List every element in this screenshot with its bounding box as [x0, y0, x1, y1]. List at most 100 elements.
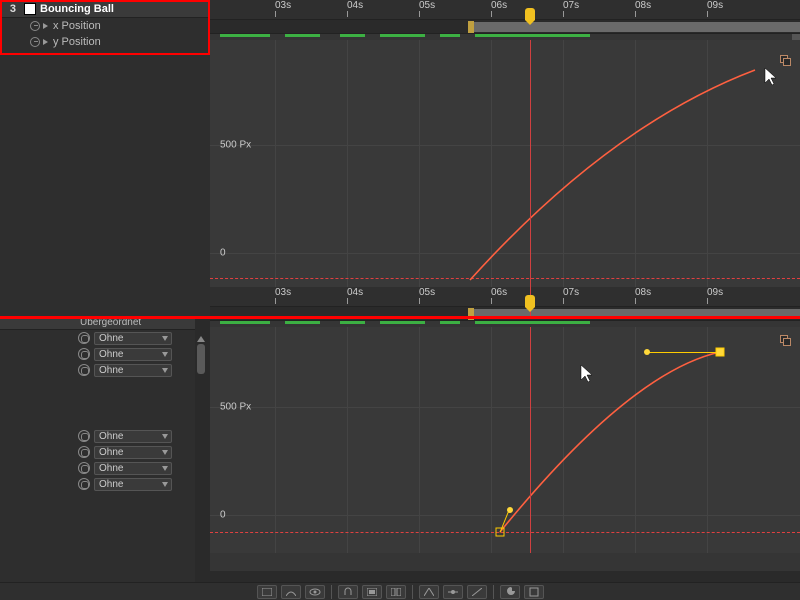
pick-whip-icon[interactable] — [78, 478, 90, 490]
dropdown-label: Ohne — [99, 431, 123, 442]
keyframe-end[interactable] — [716, 348, 725, 357]
value-graph-bottom[interactable]: 500 Px 0 — [210, 327, 800, 553]
layer-header-row[interactable]: 3 Bouncing Ball — [0, 0, 210, 18]
eye-button[interactable] — [305, 585, 325, 599]
axis-label: 0 — [220, 248, 226, 259]
current-time-indicator-line[interactable] — [530, 40, 531, 316]
keyframe-start[interactable] — [496, 528, 505, 537]
cache-warning-icon[interactable] — [780, 335, 794, 349]
ruler-tick: 08s — [635, 0, 651, 11]
cache-bar — [210, 34, 800, 38]
dropdown-label: Ohne — [99, 447, 123, 458]
time-ruler[interactable]: 03s 04s 05s 06s 07s 08s 09s — [210, 0, 800, 20]
ruler-tick: 07s — [563, 0, 579, 11]
ruler-tick: 09s — [707, 287, 723, 298]
triangle-right-icon — [43, 39, 48, 45]
fit-button[interactable] — [362, 585, 382, 599]
ruler-tick: 06s — [491, 0, 507, 11]
dropdown-label: Ohne — [99, 333, 123, 344]
pick-whip-icon[interactable] — [78, 364, 90, 376]
edit-selected-button[interactable] — [419, 585, 439, 599]
pick-whip-icon[interactable] — [78, 446, 90, 458]
tutorial-divider — [0, 316, 800, 319]
bezier-handle-dot[interactable] — [644, 349, 650, 355]
cache-warning-icon[interactable] — [780, 55, 794, 69]
toolbar-separator — [412, 585, 413, 599]
ruler-tick: 03s — [275, 0, 291, 11]
dropdown-label: Ohne — [99, 463, 123, 474]
ruler-tick: 07s — [563, 287, 579, 298]
property-label: y Position — [53, 36, 101, 48]
scrollbar-thumb[interactable] — [197, 344, 205, 374]
parent-dropdown[interactable]: Ohne — [94, 446, 172, 459]
stopwatch-icon[interactable] — [30, 21, 40, 31]
baseline-dashed — [210, 532, 800, 533]
time-ruler[interactable]: 03s 04s 05s 06s 07s 08s 09s — [210, 287, 800, 307]
current-time-indicator-line[interactable] — [530, 327, 531, 553]
current-time-indicator-head[interactable] — [525, 295, 535, 307]
axis-label: 500 Px — [220, 402, 251, 413]
property-row-x-position[interactable]: x Position — [0, 18, 210, 34]
dropdown-label: Ohne — [99, 365, 123, 376]
bezier-handle-dot[interactable] — [507, 507, 513, 513]
parent-row[interactable]: Ohne — [0, 476, 195, 492]
current-time-indicator-head[interactable] — [525, 8, 535, 20]
stopwatch-icon[interactable] — [30, 37, 40, 47]
convert-linear-button[interactable] — [467, 585, 487, 599]
layer-color-swatch[interactable] — [24, 3, 36, 15]
parent-dropdown[interactable]: Ohne — [94, 430, 172, 443]
triangle-right-icon — [43, 23, 48, 29]
parent-row[interactable]: Ohne — [0, 330, 195, 346]
property-label: x Position — [53, 20, 101, 32]
ruler-tick: 05s — [419, 287, 435, 298]
convert-ease-button[interactable] — [443, 585, 463, 599]
snap-button[interactable] — [338, 585, 358, 599]
parent-row[interactable]: Ohne — [0, 444, 195, 460]
graph-editor-bottom-panel: Übergeordnet Ohne Ohne Ohne Ohne Ohne Oh… — [0, 316, 800, 600]
animation-curve — [210, 40, 800, 316]
parent-row[interactable]: Ohne — [0, 428, 195, 444]
parent-dropdown[interactable]: Ohne — [94, 364, 172, 377]
graph-editor-toolbar — [0, 582, 800, 600]
parent-row[interactable]: Ohne — [0, 346, 195, 362]
side-handle[interactable] — [792, 34, 800, 40]
parent-dropdown[interactable]: Ohne — [94, 348, 172, 361]
bezier-handle[interactable] — [647, 352, 720, 353]
transform-box-button[interactable] — [524, 585, 544, 599]
ruler-tick: 04s — [347, 0, 363, 11]
parent-row[interactable]: Ohne — [0, 460, 195, 476]
parent-dropdown[interactable]: Ohne — [94, 478, 172, 491]
work-area-bar[interactable] — [210, 20, 800, 34]
pick-whip-icon[interactable] — [78, 430, 90, 442]
ruler-tick: 05s — [419, 0, 435, 11]
toolbar-separator — [331, 585, 332, 599]
parent-row[interactable]: Ohne — [0, 362, 195, 378]
value-graph-top[interactable]: 500 Px 0 — [210, 40, 800, 316]
graph-type-button[interactable] — [281, 585, 301, 599]
axis-label: 500 Px — [220, 140, 251, 151]
vertical-scrollbar[interactable] — [195, 334, 207, 600]
ruler-tick: 03s — [275, 287, 291, 298]
fit-all-button[interactable] — [386, 585, 406, 599]
dropdown-label: Ohne — [99, 349, 123, 360]
toggle-switches-button[interactable] — [257, 585, 277, 599]
ruler-tick: 08s — [635, 287, 651, 298]
pick-whip-icon[interactable] — [78, 462, 90, 474]
timeline-area-top[interactable]: 03s 04s 05s 06s 07s 08s 09s — [210, 0, 800, 316]
parent-dropdown[interactable]: Ohne — [94, 462, 172, 475]
ruler-tick: 06s — [491, 287, 507, 298]
timeline-area-bottom[interactable]: 03s 04s 05s 06s 07s 08s 09s — [210, 287, 800, 571]
scroll-up-icon[interactable] — [197, 336, 205, 342]
ruler-tick: 04s — [347, 287, 363, 298]
pick-whip-icon[interactable] — [78, 332, 90, 344]
axis-label: 0 — [220, 510, 226, 521]
property-row-y-position[interactable]: y Position — [0, 34, 210, 50]
parent-dropdown[interactable]: Ohne — [94, 332, 172, 345]
work-area[interactable] — [474, 22, 800, 32]
graph-editor-top-panel: 3 Bouncing Ball x Position y Position 03… — [0, 0, 800, 316]
pick-whip-icon[interactable] — [78, 348, 90, 360]
baseline-dashed — [210, 278, 800, 279]
wrench-button[interactable] — [500, 585, 520, 599]
cache-bar — [210, 321, 800, 325]
work-area-start-handle[interactable] — [468, 21, 474, 33]
